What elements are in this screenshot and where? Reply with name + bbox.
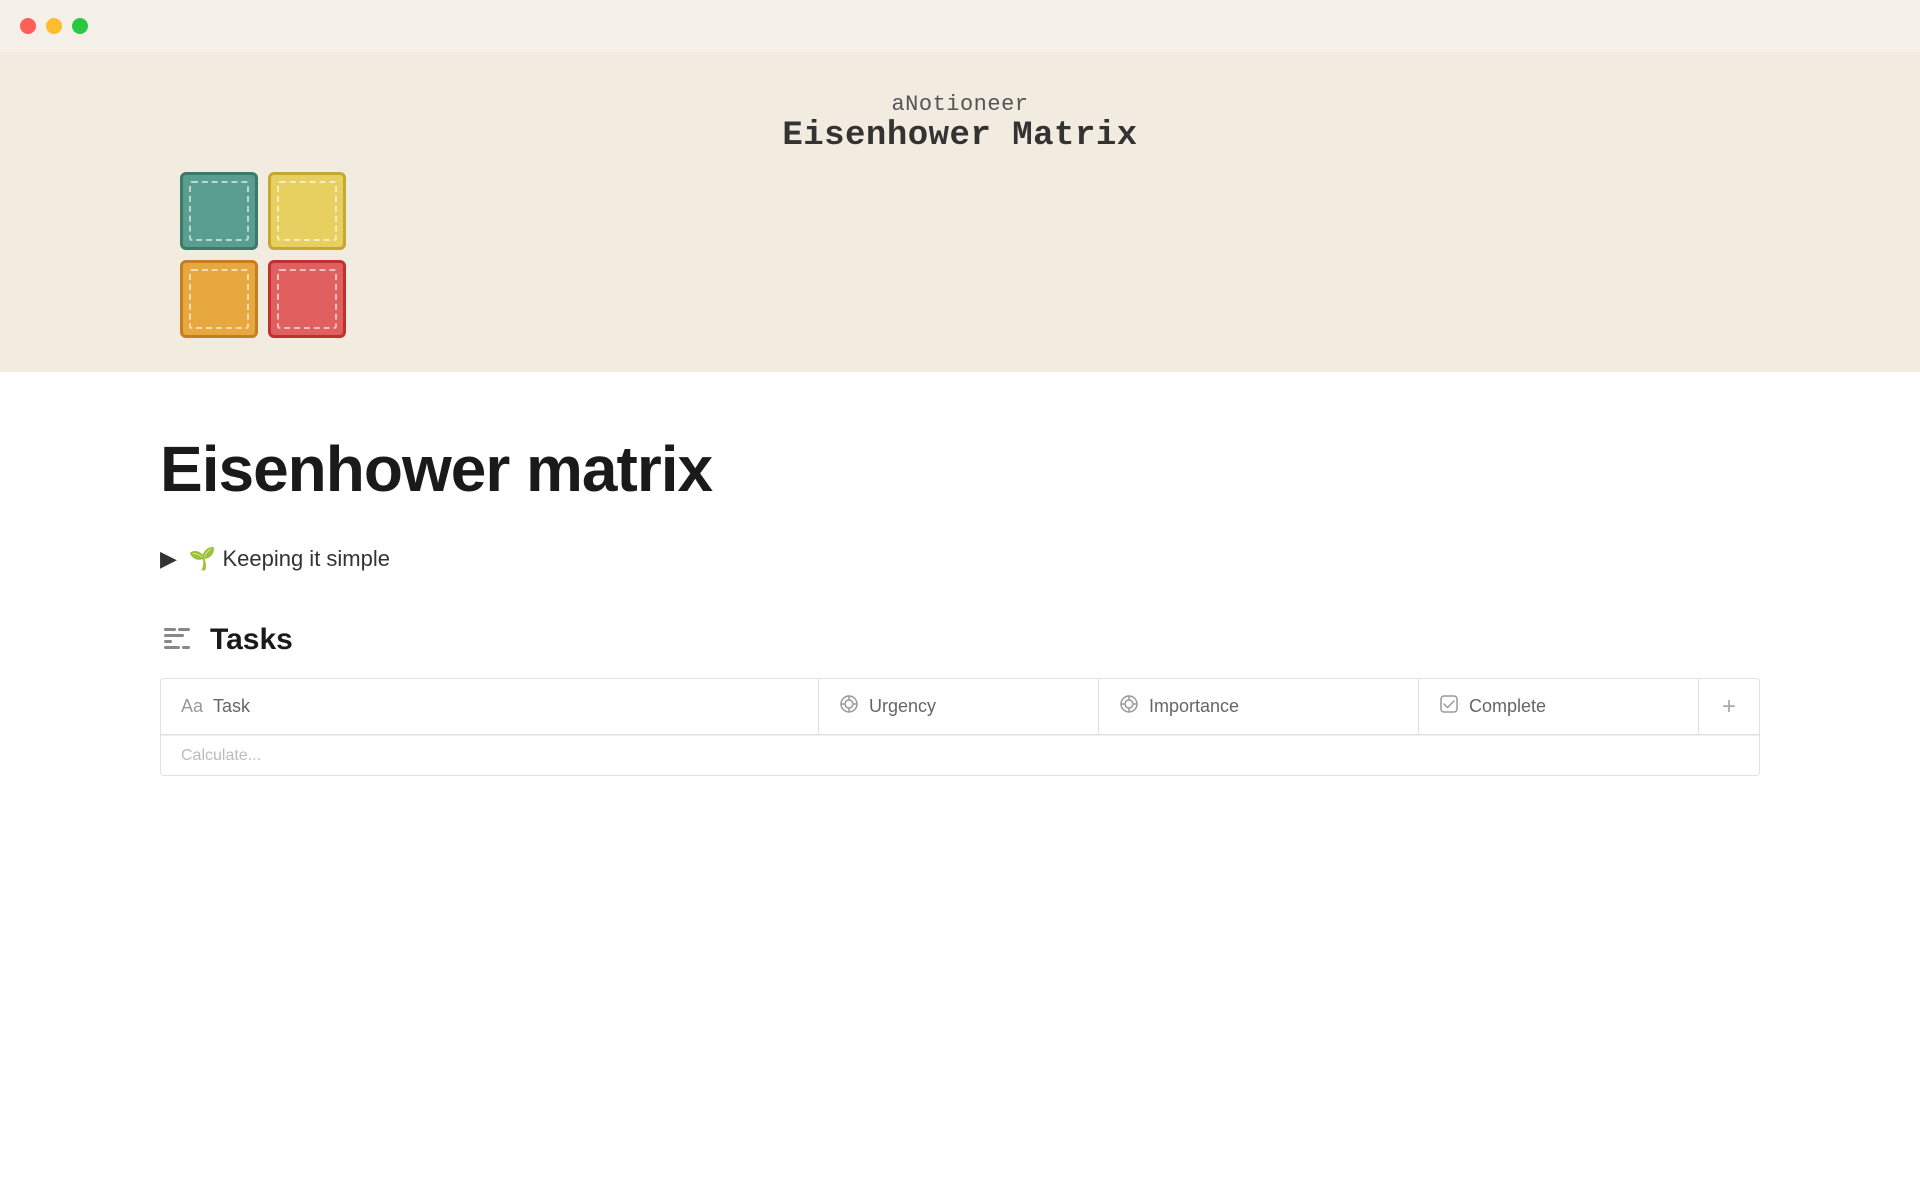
tasks-table: Aa Task Urgency [160,678,1760,776]
tasks-icon [160,622,196,658]
banner-title: Eisenhower Matrix [782,117,1137,155]
col-importance-header: Importance [1099,679,1419,734]
tasks-header: Tasks [160,622,1760,658]
plus-icon[interactable]: + [1722,693,1736,721]
partial-row-text: Calculate... [181,747,261,765]
maximize-button[interactable] [72,18,88,34]
main-content: Eisenhower matrix ▶ 🌱 Keeping it simple … [0,372,1920,816]
toggle-arrow-icon[interactable]: ▶ [160,546,177,572]
matrix-cell-schedule [268,172,346,250]
toggle-emoji: 🌱 [189,546,216,571]
matrix-cell-delegate [180,260,258,338]
page-title: Eisenhower matrix [160,432,1760,506]
col-complete-header: Complete [1419,679,1699,734]
matrix-icon [180,172,348,340]
tasks-section-title: Tasks [210,623,293,657]
matrix-cell-do [180,172,258,250]
banner-subtitle: aNotioneer [782,92,1137,117]
urgency-col-icon [839,694,859,719]
add-column-button[interactable]: + [1699,679,1759,734]
tasks-section: Tasks Aa Task [160,622,1760,776]
col-urgency-header: Urgency [819,679,1099,734]
matrix-cell-delete [268,260,346,338]
complete-col-label: Complete [1469,696,1546,717]
table-partial-row: Calculate... [161,735,1759,775]
col-task-header: Aa Task [161,679,819,734]
task-col-label: Task [213,696,250,717]
importance-col-label: Importance [1149,696,1239,717]
close-button[interactable] [20,18,36,34]
task-col-icon: Aa [181,696,203,717]
toggle-row[interactable]: ▶ 🌱 Keeping it simple [160,546,1760,572]
banner: aNotioneer Eisenhower Matrix [0,52,1920,372]
urgency-col-label: Urgency [869,696,936,717]
importance-col-icon [1119,694,1139,719]
complete-col-icon [1439,694,1459,719]
title-bar [0,0,1920,52]
table-header-row: Aa Task Urgency [161,679,1759,735]
banner-text: aNotioneer Eisenhower Matrix [782,92,1137,155]
minimize-button[interactable] [46,18,62,34]
toggle-text: 🌱 Keeping it simple [189,546,390,572]
toggle-label: Keeping it simple [222,546,390,571]
